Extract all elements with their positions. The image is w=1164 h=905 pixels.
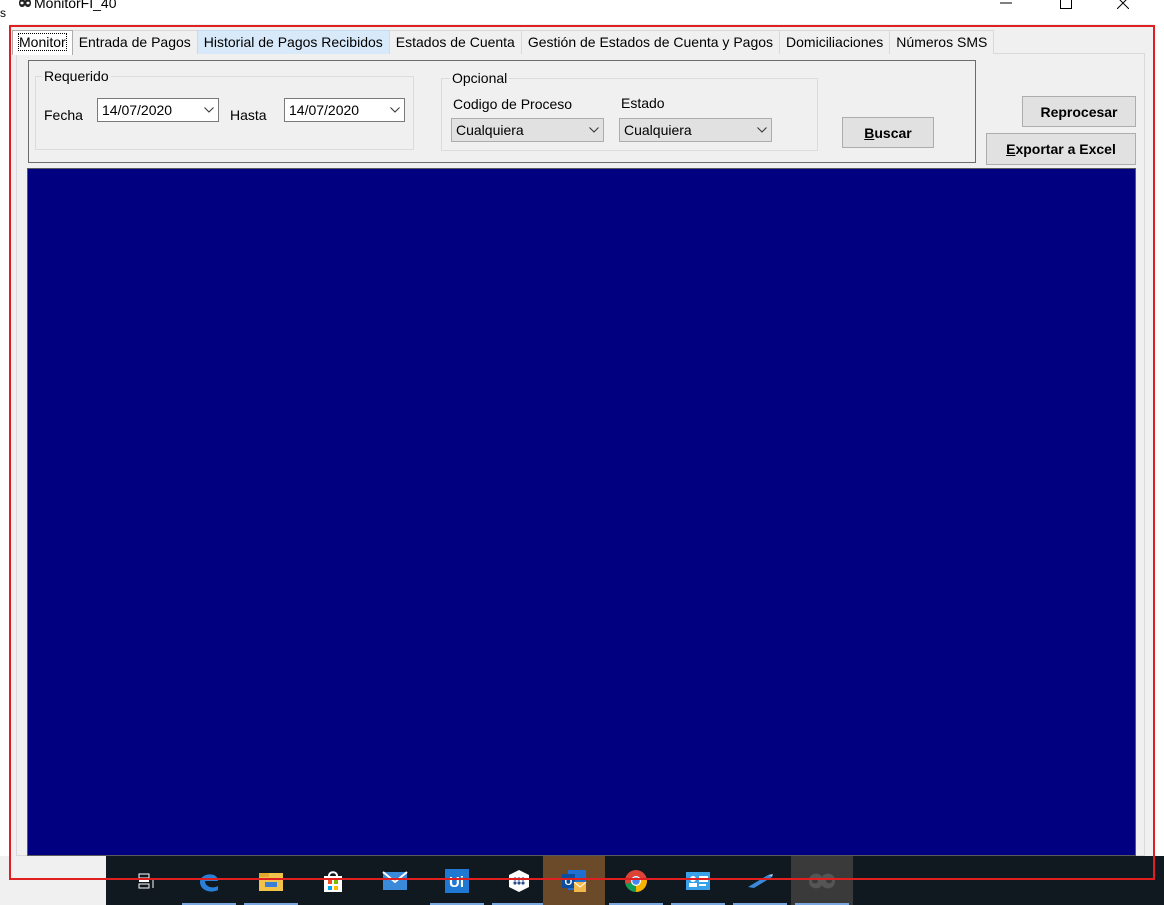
edge-icon	[200, 873, 218, 892]
mail-icon	[382, 870, 408, 890]
store-icon	[324, 870, 342, 892]
tab-gestion-estados-de-cuenta-y-pagos[interactable]: Gestión de Estados de Cuenta y Pagos	[520, 30, 781, 54]
codigo-de-proceso-label: Codigo de Proceso	[453, 96, 573, 112]
hasta-value: 14/07/2020	[289, 102, 360, 118]
chevron-down-icon	[200, 107, 218, 113]
fecha-value: 14/07/2020	[102, 102, 173, 118]
taskbar: Ui O	[106, 856, 1164, 905]
tab-estados-de-cuenta[interactable]: Estados de Cuenta	[388, 30, 522, 54]
desktop-background-strip	[0, 856, 106, 905]
estado-label: Estado	[621, 95, 665, 111]
contacts-icon	[686, 871, 710, 890]
mail-button[interactable]	[364, 856, 426, 905]
close-button[interactable]	[1100, 0, 1146, 16]
minimize-button[interactable]	[983, 0, 1029, 16]
chrome-button[interactable]	[605, 856, 667, 905]
maximize-icon	[1060, 0, 1072, 9]
codigo-de-proceso-value: Cualquiera	[456, 122, 524, 138]
pen-app-button[interactable]	[729, 856, 791, 905]
app-icon	[19, 0, 31, 8]
task-view-icon	[138, 873, 154, 888]
hasta-date-picker[interactable]: 14/07/2020	[284, 98, 405, 122]
chrome-icon	[625, 869, 647, 892]
file-explorer-icon	[259, 872, 283, 891]
tab-strip: Monitor Entrada de Pagos Historial de Pa…	[12, 30, 995, 55]
tab-entrada-de-pagos[interactable]: Entrada de Pagos	[71, 30, 198, 54]
svg-text:Ui: Ui	[449, 874, 464, 891]
chevron-down-icon	[585, 127, 603, 133]
uipath-button[interactable]: Ui	[426, 856, 488, 905]
exportar-a-excel-button[interactable]: Exportar a Excel	[986, 133, 1136, 165]
estado-value: Cualquiera	[624, 122, 692, 138]
required-legend: Requerido	[42, 67, 111, 85]
fecha-label: Fecha	[44, 107, 83, 123]
window-title: MonitorFI_40	[34, 0, 117, 11]
monitor-app-button[interactable]	[791, 856, 853, 905]
maximize-button[interactable]	[1043, 0, 1089, 16]
store-button[interactable]	[302, 856, 364, 905]
edge-button[interactable]	[178, 856, 240, 905]
minimize-icon	[1000, 2, 1012, 4]
tab-domiciliaciones[interactable]: Domiciliaciones	[779, 30, 891, 54]
app-grid-button[interactable]	[488, 856, 550, 905]
clipped-window-text: s	[0, 6, 6, 20]
app-grid-icon	[509, 869, 529, 892]
chevron-down-icon	[753, 127, 771, 133]
monitor-app-icon	[809, 873, 835, 888]
reprocesar-button[interactable]: Reprocesar	[1022, 96, 1136, 127]
codigo-de-proceso-select[interactable]: Cualquiera	[451, 118, 604, 142]
outlook-button[interactable]: O	[543, 856, 605, 905]
contacts-button[interactable]	[667, 856, 729, 905]
task-view-button[interactable]	[116, 856, 178, 905]
tab-numeros-sms[interactable]: Números SMS	[889, 30, 995, 54]
results-grid[interactable]	[27, 168, 1136, 856]
optional-legend: Opcional	[450, 69, 510, 87]
pen-app-icon	[748, 873, 773, 888]
chevron-down-icon	[386, 107, 404, 113]
uipath-icon: Ui	[445, 868, 469, 893]
svg-text:O: O	[565, 877, 573, 888]
close-icon	[1117, 0, 1129, 9]
hasta-label: Hasta	[230, 107, 267, 123]
tab-monitor[interactable]: Monitor	[12, 30, 73, 55]
buscar-button[interactable]: Buscar	[842, 117, 934, 148]
estado-select[interactable]: Cualquiera	[619, 118, 772, 142]
fecha-date-picker[interactable]: 14/07/2020	[97, 98, 219, 122]
tab-historial-de-pagos-recibidos[interactable]: Historial de Pagos Recibidos	[196, 30, 390, 54]
file-explorer-button[interactable]	[240, 856, 302, 905]
outlook-icon: O	[562, 869, 587, 892]
